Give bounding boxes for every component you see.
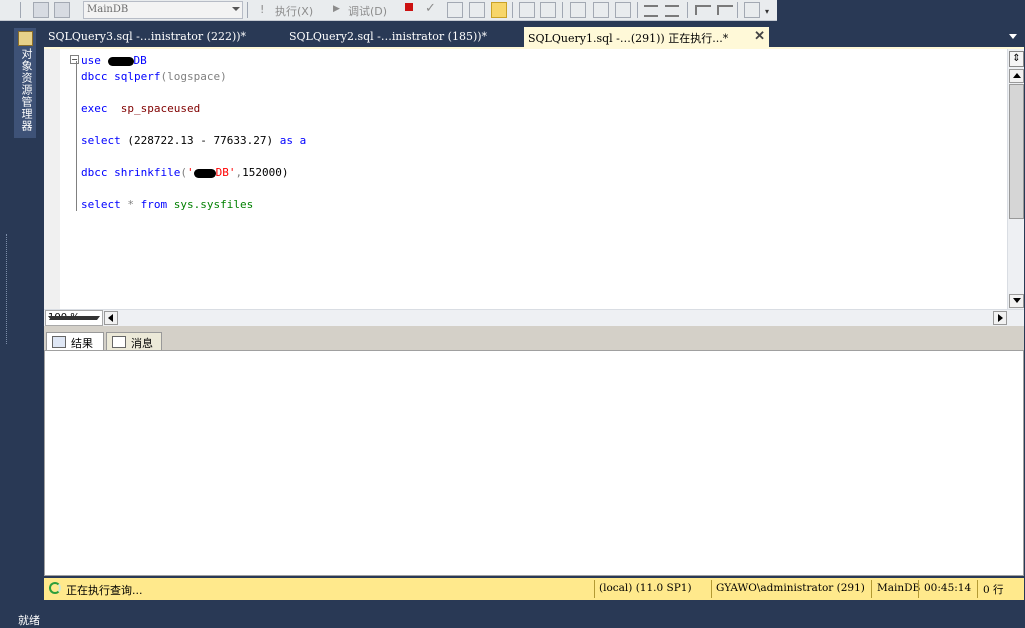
tab-list-dropdown-icon[interactable] [1009, 34, 1017, 39]
toolbar-separator [562, 2, 563, 18]
code-line: dbcc sqlperf(logspace) [81, 70, 227, 83]
execute-button[interactable]: 执行(X) [275, 3, 313, 19]
increase-indent-icon[interactable] [717, 5, 733, 15]
editor-vertical-scrollbar[interactable]: ⇕ [1007, 49, 1024, 310]
editor-horizontal-scrollbar[interactable]: 100 % [44, 309, 1024, 326]
results-to-text-icon[interactable] [570, 2, 586, 18]
tab-results[interactable]: 结果 [46, 332, 104, 350]
toolbar-empty-area [777, 0, 1025, 20]
app-status-ready: 就绪 [18, 614, 40, 627]
tab-label: SQLQuery3.sql -…inistrator (222))* [48, 30, 247, 43]
toolbar-overflow-icon[interactable]: ▾ [765, 7, 769, 16]
status-row-count: 0 行 [983, 584, 1004, 596]
status-server: (local) (11.0 SP1) [599, 582, 692, 594]
redaction-mark [107, 56, 134, 66]
refresh-icon[interactable] [54, 2, 70, 18]
database-select-value: MainDB [87, 4, 129, 15]
toolbar-separator [20, 2, 21, 18]
status-database: MainDB [877, 582, 921, 594]
code-line: use DB [81, 54, 147, 67]
execute-icon: ! [260, 3, 265, 16]
code-line: exec sp_spaceused [81, 102, 201, 115]
object-explorer-label: 对象资源管理器 [20, 48, 33, 132]
toolbar-separator [512, 2, 513, 18]
tab-messages[interactable]: 消息 [106, 332, 162, 350]
tab-sqlquery2[interactable]: SQLQuery2.sql -…inistrator (185))* [285, 27, 523, 47]
tab-label: SQLQuery1.sql -…(291)) 正在执行...* [528, 32, 729, 45]
splitter-handle[interactable] [6, 234, 13, 344]
code-line: select (228722.13 - 77633.27) as a [81, 134, 307, 147]
status-separator [918, 580, 919, 598]
include-plan-icon[interactable] [519, 2, 535, 18]
cancel-query-icon[interactable] [405, 3, 413, 11]
display-plan-icon[interactable] [447, 2, 463, 18]
toolbar: MainDB ! 执行(X) ▶ 调试(D) ✓ ▾ [0, 0, 777, 21]
query-designer-icon[interactable] [469, 2, 485, 18]
chevron-down-icon [232, 7, 240, 11]
parse-check-icon[interactable]: ✓ [425, 1, 436, 16]
split-editor-icon[interactable]: ⇕ [1009, 51, 1024, 67]
status-separator [871, 580, 872, 598]
results-pane[interactable] [44, 350, 1024, 576]
toolbar-separator [687, 2, 688, 18]
object-explorer-panel-tab[interactable]: 对象资源管理器 [14, 28, 36, 138]
executing-spinner-icon [49, 582, 61, 594]
results-grid-icon[interactable] [615, 2, 631, 18]
scroll-thumb[interactable] [1009, 84, 1024, 219]
toolbar-separator [637, 2, 638, 18]
uncomment-icon[interactable] [665, 5, 679, 17]
decrease-indent-icon[interactable] [695, 5, 711, 15]
client-stats-icon[interactable] [540, 2, 556, 18]
scroll-right-icon[interactable] [993, 311, 1007, 325]
messages-icon [112, 336, 126, 348]
specify-values-icon[interactable] [744, 2, 760, 18]
database-select[interactable]: MainDB [83, 1, 243, 19]
tab-sqlquery3[interactable]: SQLQuery3.sql -…inistrator (222))* [44, 27, 284, 47]
results-tabstrip: 结果 消息 [44, 326, 1024, 350]
query-status-bar: 正在执行查询... (local) (11.0 SP1) GYAWO\admin… [44, 578, 1024, 600]
object-explorer-icon[interactable] [33, 2, 49, 18]
status-elapsed-time: 00:45:14 [924, 582, 972, 594]
tab-label: SQLQuery2.sql -…inistrator (185))* [289, 30, 488, 43]
results-to-grid-icon[interactable] [491, 2, 507, 18]
editor-gutter [44, 49, 60, 310]
debug-play-icon: ▶ [333, 4, 340, 14]
toolbar-separator [737, 2, 738, 18]
status-separator [594, 580, 595, 598]
scroll-down-icon[interactable] [1009, 294, 1024, 308]
object-explorer-icon [18, 31, 33, 46]
grid-icon [52, 336, 66, 348]
tab-sqlquery1[interactable]: SQLQuery1.sql -…(291)) 正在执行...* ✕ [524, 27, 769, 47]
outline-line [76, 61, 77, 211]
editor-code[interactable]: use DB dbcc sqlperf(logspace) exec sp_spa… [81, 53, 306, 213]
status-message: 正在执行查询... [66, 584, 143, 597]
tab-messages-label: 消息 [131, 337, 153, 350]
redaction-mark [193, 168, 216, 178]
query-editor[interactable]: − use DB dbcc sqlperf(logspace) exec sp_s… [44, 47, 1024, 310]
zoom-select[interactable]: 100 % [45, 310, 103, 326]
collapse-icon[interactable]: − [70, 55, 79, 64]
debug-button[interactable]: 调试(D) [348, 3, 387, 19]
code-line: select * from sys.sysfiles [81, 198, 254, 211]
scroll-up-icon[interactable] [1009, 69, 1024, 83]
results-to-file-icon[interactable] [593, 2, 609, 18]
status-separator [977, 580, 978, 598]
close-icon[interactable]: ✕ [754, 29, 765, 44]
chevron-down-icon [48, 316, 100, 320]
scroll-left-icon[interactable] [104, 311, 118, 325]
status-user: GYAWO\administrator (291) [716, 582, 865, 594]
comment-icon[interactable] [644, 5, 658, 17]
tab-results-label: 结果 [71, 337, 93, 350]
status-separator [711, 580, 712, 598]
code-line: dbcc shrinkfile(' DB',152000) [81, 166, 289, 179]
toolbar-separator [247, 2, 248, 18]
